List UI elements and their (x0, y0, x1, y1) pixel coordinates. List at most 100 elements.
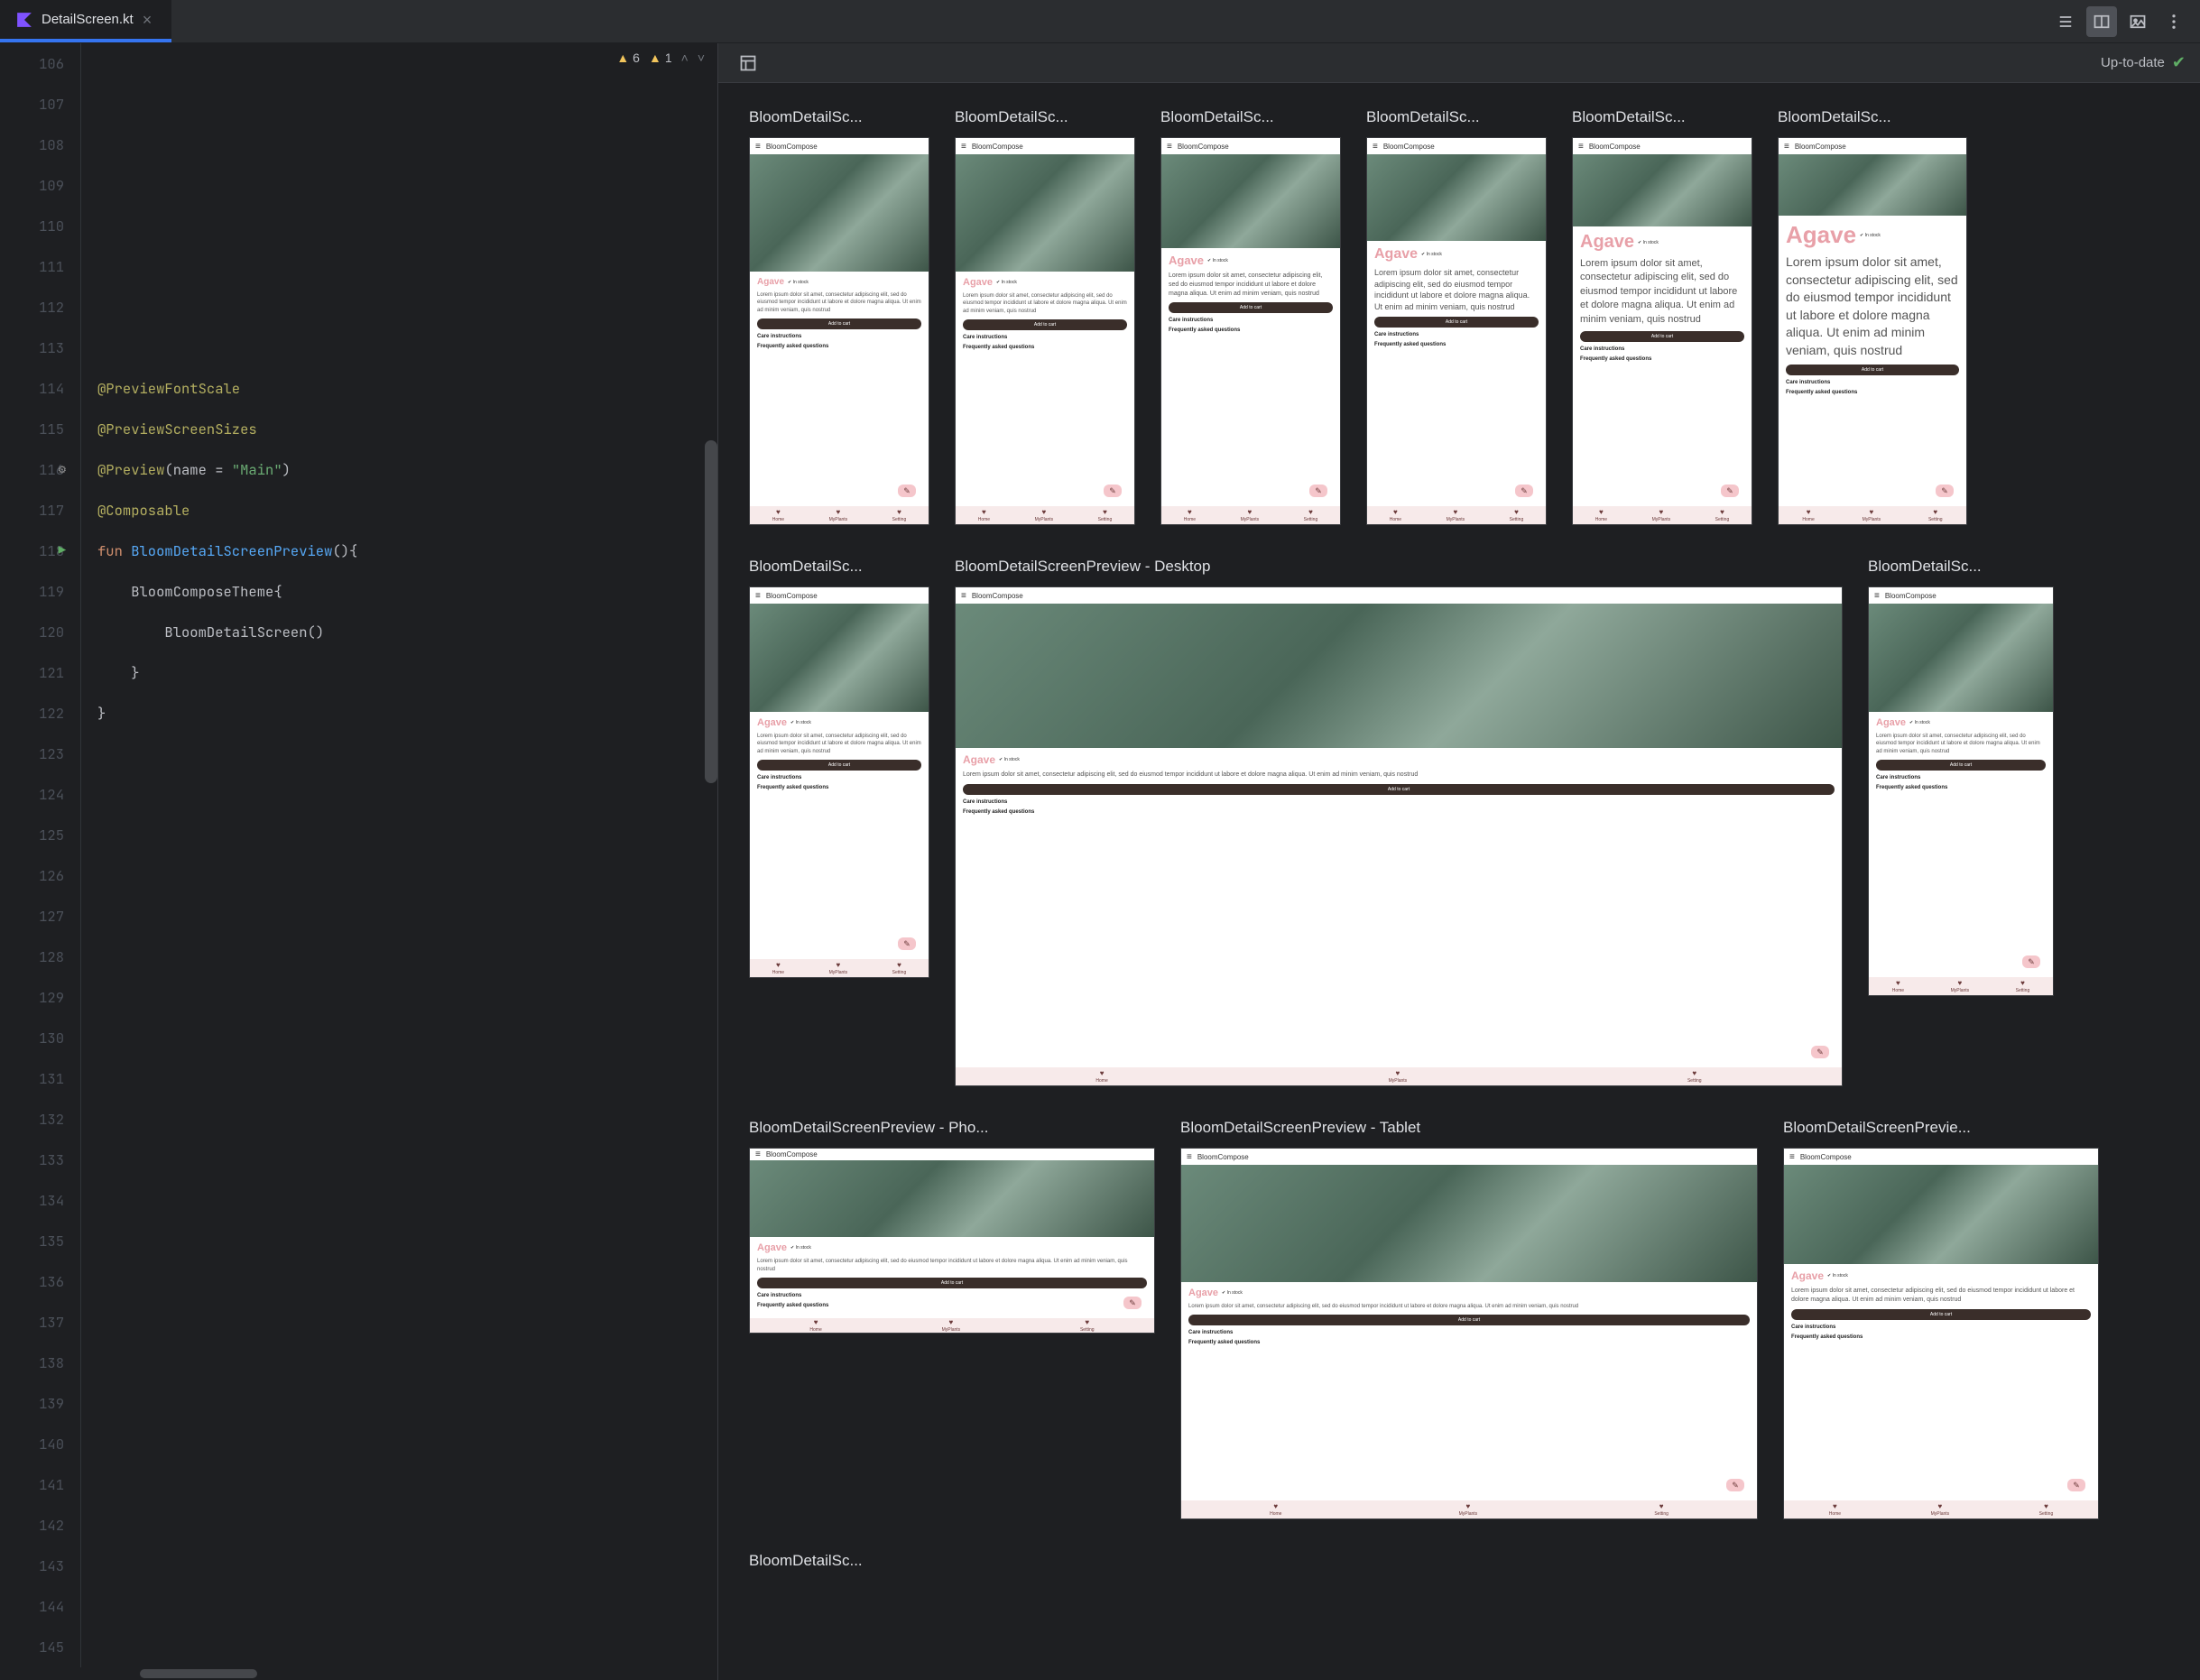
inspections-widget[interactable]: ▲6 ▲1 ˄ ˅ (616, 51, 705, 65)
preview-mock[interactable]: ≡BloomComposeAgave ✔ In stockLorem ipsum… (1868, 586, 2054, 996)
mock-edit-fab: ✎ (2022, 955, 2040, 968)
preview-item[interactable]: BloomDetailSc...≡BloomComposeAgave ✔ In … (1778, 108, 1967, 525)
mock-edit-fab: ✎ (1721, 485, 1739, 497)
mock-add-to-cart-button: Add to cart (1876, 760, 2046, 771)
preview-mock[interactable]: ≡BloomComposeAgave ✔ In stockLorem ipsum… (1366, 137, 1547, 525)
preview-title: BloomDetailSc... (1160, 108, 1341, 126)
mock-navbar: ♥Home♥MyPlants♥Setting (1869, 977, 2053, 995)
mock-add-to-cart-button: Add to cart (1786, 365, 1959, 375)
mock-care-heading: Care instructions (757, 775, 921, 780)
preview-mock[interactable]: ≡BloomComposeAgave ✔ In stockLorem ipsum… (749, 137, 929, 525)
preview-item[interactable]: BloomDetailScreenPrevie...≡BloomComposeA… (1783, 1119, 2099, 1519)
preview-item[interactable]: BloomDetailSc... (749, 1552, 938, 1570)
chevron-up-icon[interactable]: ˄ (681, 51, 689, 65)
mock-faq-heading: Frequently asked questions (1580, 356, 1744, 362)
chevron-down-icon[interactable]: ˅ (698, 51, 705, 65)
menu-icon: ≡ (1784, 142, 1789, 152)
mock-add-to-cart-button: Add to cart (757, 318, 921, 329)
menu-icon: ≡ (755, 1149, 761, 1159)
mock-edit-fab: ✎ (2067, 1479, 2085, 1491)
mock-faq-heading: Frequently asked questions (1374, 342, 1539, 347)
gear-icon[interactable]: ⚙ (59, 449, 66, 490)
mock-navbar: ♥Home♥MyPlants♥Setting (750, 506, 929, 524)
vertical-scrollbar[interactable] (705, 440, 717, 783)
mock-plant-title: Agave ✔ In stock (1791, 1269, 2091, 1282)
preview-mock[interactable]: ≡BloomComposeAgave ✔ In stockLorem ipsum… (1160, 137, 1341, 525)
mock-hero-image (1779, 154, 1966, 216)
preview-mock[interactable]: ≡BloomComposeAgave ✔ In stockLorem ipsum… (1778, 137, 1967, 525)
preview-item[interactable]: BloomDetailSc... ≡BloomComposeAgave ✔ In … (1160, 108, 1341, 525)
heart-icon: ♥ (776, 508, 781, 516)
mock-care-heading: Care instructions (963, 799, 1835, 805)
mock-instock: ✔ In stock (790, 1245, 811, 1251)
preview-item[interactable]: BloomDetailSc...≡BloomComposeAgave ✔ In … (955, 108, 1135, 525)
mock-navbar: ♥Home♥MyPlants♥Setting (750, 959, 929, 977)
preview-item[interactable]: BloomDetailScreenPreview - Pho...≡BloomC… (749, 1119, 1155, 1334)
preview-title: BloomDetailSc... (1868, 558, 2054, 576)
horizontal-scrollbar-track[interactable] (140, 1667, 717, 1680)
close-icon[interactable]: × (143, 12, 155, 28)
check-icon: ✔ (2172, 53, 2186, 72)
preview-item[interactable]: BloomDetailSc...≡BloomComposeAgave ✔ In … (1366, 108, 1547, 525)
compose-preview-panel: Up-to-date ✔ BloomDetailSc...≡BloomCompo… (718, 43, 2200, 1680)
preview-mock[interactable]: ≡BloomComposeAgave ✔ In stockLorem ipsum… (749, 586, 929, 978)
mock-plant-title: Agave ✔ In stock (757, 277, 921, 287)
mock-faq-heading: Frequently asked questions (1876, 785, 2046, 790)
mock-plant-title: Agave ✔ In stock (1374, 246, 1539, 263)
mock-care-heading: Care instructions (1876, 775, 2046, 780)
warning-icon: ▲ (616, 51, 629, 65)
mock-add-to-cart-button: Add to cart (1374, 317, 1539, 328)
preview-item[interactable]: BloomDetailScreenPreview - Tablet≡BloomC… (1180, 1119, 1758, 1519)
file-tab[interactable]: DetailScreen.kt × (0, 0, 171, 42)
preview-item[interactable]: BloomDetailSc... ≡BloomComposeAgave ✔ In … (1868, 558, 2054, 996)
mock-appbar: ≡BloomCompose (956, 587, 1842, 604)
preview-mock[interactable]: ≡BloomComposeAgave ✔ In stockLorem ipsum… (1572, 137, 1752, 525)
mock-care-heading: Care instructions (1374, 332, 1539, 337)
mock-instock: ✔ In stock (999, 757, 1020, 762)
mock-faq-heading: Frequently asked questions (757, 785, 921, 790)
mock-plant-title: Agave ✔ In stock (1580, 232, 1744, 253)
mock-navbar: ♥Home♥MyPlants♥Setting (750, 1318, 1154, 1333)
mock-navbar: ♥Home♥MyPlants♥Setting (1573, 506, 1752, 524)
mock-appbar: ≡BloomCompose (1779, 138, 1966, 154)
code-editor[interactable]: ▲6 ▲1 ˄ ˅ 106107108109110111112113114115… (0, 43, 718, 1680)
mock-description: Lorem ipsum dolor sit amet, consectetur … (963, 292, 1127, 315)
preview-mock[interactable]: ≡BloomComposeAgave ✔ In stockLorem ipsum… (955, 586, 1843, 1086)
mock-description: Lorem ipsum dolor sit amet, consectetur … (1188, 1303, 1750, 1310)
preview-surface[interactable]: BloomDetailSc...≡BloomComposeAgave ✔ In … (718, 83, 2200, 1680)
horizontal-scrollbar-thumb[interactable] (140, 1669, 257, 1678)
preview-item[interactable]: BloomDetailScreenPreview - Desktop≡Bloom… (955, 558, 1843, 1086)
code-content[interactable]: @PreviewFontScale@PreviewScreenSizes@Pre… (81, 43, 717, 1667)
heart-icon: ♥ (1720, 508, 1724, 516)
run-icon[interactable]: ▶ (59, 531, 66, 571)
line-gutter[interactable]: 106107108109110111112113114115116⚙117118… (0, 43, 81, 1667)
mock-appbar: ≡BloomCompose (1869, 587, 2053, 604)
mock-navbar: ♥Home♥MyPlants♥Setting (1181, 1500, 1757, 1518)
heart-icon: ♥ (1248, 508, 1253, 516)
mock-plant-title: Agave ✔ In stock (1786, 221, 1959, 249)
mock-hero-image (750, 154, 929, 272)
preview-item[interactable]: BloomDetailSc...≡BloomComposeAgave ✔ In … (749, 558, 929, 978)
heart-icon: ♥ (776, 961, 781, 969)
heart-icon: ♥ (1692, 1069, 1696, 1077)
preview-mock[interactable]: ≡BloomComposeAgave ✔ In stockLorem ipsum… (1180, 1148, 1758, 1519)
layout-toggle-icon[interactable] (733, 48, 763, 78)
preview-mock[interactable]: ≡BloomComposeAgave ✔ In stockLorem ipsum… (955, 137, 1135, 525)
heart-icon: ♥ (897, 961, 901, 969)
heart-icon: ♥ (1103, 508, 1107, 516)
heart-icon: ♥ (1958, 979, 1963, 987)
view-list-icon[interactable] (2050, 6, 2081, 37)
mock-navbar: ♥Home♥MyPlants♥Setting (956, 506, 1134, 524)
heart-icon: ♥ (1896, 979, 1900, 987)
preview-mock[interactable]: ≡BloomComposeAgave ✔ In stockLorem ipsum… (1783, 1148, 2099, 1519)
view-design-icon[interactable] (2122, 6, 2153, 37)
more-icon[interactable] (2158, 6, 2189, 37)
menu-icon: ≡ (1578, 142, 1584, 152)
view-split-icon[interactable] (2086, 6, 2117, 37)
heart-icon: ♥ (1599, 508, 1604, 516)
mock-instock: ✔ In stock (1860, 233, 1881, 238)
preview-item[interactable]: BloomDetailSc...≡BloomComposeAgave ✔ In … (1572, 108, 1752, 525)
preview-mock[interactable]: ≡BloomComposeAgave ✔ In stockLorem ipsum… (749, 1148, 1155, 1334)
preview-item[interactable]: BloomDetailSc...≡BloomComposeAgave ✔ In … (749, 108, 929, 525)
mock-navbar: ♥Home♥MyPlants♥Setting (1784, 1500, 2098, 1518)
